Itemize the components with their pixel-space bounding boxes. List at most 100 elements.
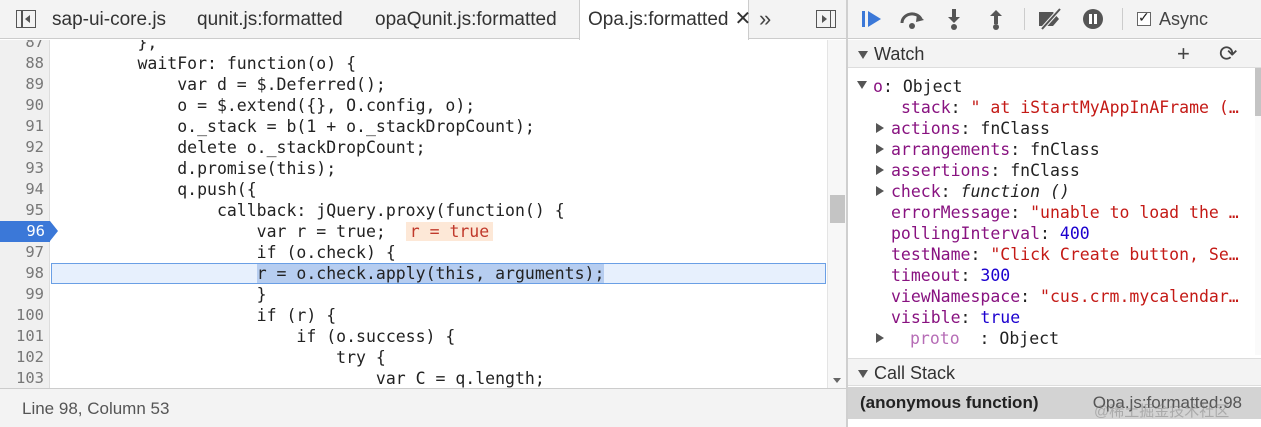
callstack-section-header[interactable]: Call Stack	[848, 358, 1261, 386]
code-line: 94 q.push({	[0, 179, 826, 200]
step-into-icon[interactable]	[940, 6, 968, 32]
toggle-debugger-icon[interactable]	[813, 7, 839, 31]
watch-prop-value: true	[980, 308, 1021, 327]
watch-prop[interactable]: visible: true	[891, 307, 1020, 328]
watch-prop-key: timeout	[891, 266, 961, 285]
callstack-title: Call Stack	[874, 363, 956, 383]
watch-prop[interactable]: errorMessage: "unable to load the …	[891, 202, 1239, 223]
watch-prop-key: proto	[910, 329, 960, 348]
line-number[interactable]: 94	[0, 179, 50, 200]
watch-prop-value: fnClass	[1010, 161, 1080, 180]
more-tabs-icon[interactable]: »	[759, 0, 771, 39]
watch-prop[interactable]: pollingInterval: 400	[891, 223, 1090, 244]
add-watch-icon[interactable]: +	[1177, 40, 1190, 68]
editor-scrollbar[interactable]	[827, 40, 846, 388]
watch-prop-value: fnClass	[980, 119, 1050, 138]
expand-arrow-icon[interactable]	[876, 144, 884, 154]
async-checkbox[interactable]	[1137, 9, 1151, 26]
line-number[interactable]: 99	[0, 284, 50, 305]
line-number[interactable]: 95	[0, 200, 50, 221]
tab-opa[interactable]: Opa.js:formatted ✕	[579, 0, 751, 40]
watch-prop[interactable]: testName: "Click Create button, Se…	[891, 244, 1239, 265]
watch-tree: o: Object stack: " at iStartMyAppInAFram…	[848, 68, 1255, 355]
watch-prop-key: testName	[891, 245, 971, 264]
line-number[interactable]: 98	[0, 263, 50, 284]
watch-prop[interactable]: check: function ()	[891, 181, 1070, 202]
code-text: var C = q.length;	[58, 369, 545, 388]
watch-prop-key: assertions	[891, 161, 991, 180]
line-number[interactable]: 91	[0, 116, 50, 137]
code-line: 91 o._stack = b(1 + o._stackDropCount);	[0, 116, 826, 137]
line-number[interactable]: 102	[0, 347, 50, 368]
code-text: d.promise(this);	[58, 159, 337, 178]
step-over-icon[interactable]	[898, 6, 926, 32]
breakpoint-marker[interactable]: 96	[0, 221, 58, 242]
line-number[interactable]: 97	[0, 242, 50, 263]
code-text: delete o._stackDropCount;	[58, 138, 426, 157]
code-text: callback: jQuery.proxy(function() {	[58, 201, 565, 220]
line-number[interactable]: 90	[0, 95, 50, 116]
watch-prop-key: arrangements	[891, 140, 1011, 159]
tab-opaqunit[interactable]: opaQunit.js:formatted	[375, 0, 557, 39]
code-line: 102 try {	[0, 347, 826, 368]
watch-prop-value: Object	[999, 329, 1060, 348]
editor-tab-bar: sap-ui-core.js qunit.js:formatted opaQun…	[0, 0, 846, 40]
tab-label: Opa.js:formatted	[588, 9, 729, 30]
line-number[interactable]: 89	[0, 74, 50, 95]
line-number[interactable]: 101	[0, 326, 50, 347]
code-line: 93 d.promise(this);	[0, 158, 826, 179]
scrollbar-thumb[interactable]	[1255, 68, 1261, 116]
expand-arrow-icon[interactable]	[876, 186, 884, 196]
code-editor[interactable]: 87 }, 88 waitFor: function(o) { 89 var d…	[0, 40, 826, 388]
watch-root[interactable]: o: Object	[873, 76, 962, 97]
code-line: 88 waitFor: function(o) {	[0, 53, 826, 74]
watch-prop-value: 400	[1059, 224, 1090, 243]
watch-prop-value: 300	[980, 266, 1011, 285]
code-text: q.push({	[58, 180, 257, 199]
tab-label: opaQunit.js:formatted	[375, 9, 557, 30]
line-number[interactable]: 103	[0, 368, 50, 388]
watch-root-type: Object	[902, 77, 963, 96]
watch-prop-key: actions	[891, 119, 961, 138]
tab-qunit[interactable]: qunit.js:formatted	[197, 0, 343, 39]
tab-label: qunit.js:formatted	[197, 9, 343, 30]
watch-prop[interactable]: actions: fnClass	[891, 118, 1050, 139]
line-number[interactable]: 92	[0, 137, 50, 158]
expand-arrow-icon[interactable]	[857, 81, 867, 89]
line-number[interactable]: 87	[0, 40, 50, 53]
watch-prop-key: pollingInterval	[891, 224, 1041, 243]
watch-section-header[interactable]: Watch + ⟳	[848, 40, 1261, 68]
watch-prop-value: "unable to load the …	[1030, 203, 1239, 222]
code-line: 90 o = $.extend({}, O.config, o);	[0, 95, 826, 116]
scrollbar-thumb[interactable]	[830, 195, 845, 223]
toggle-navigator-icon[interactable]	[13, 7, 39, 31]
resume-icon[interactable]	[858, 6, 886, 32]
scroll-down-icon[interactable]	[833, 378, 841, 383]
expand-arrow-icon[interactable]	[876, 333, 884, 343]
watch-prop-value: " at iStartMyAppInAFrame (…	[970, 98, 1239, 117]
watch-prop[interactable]: assertions: fnClass	[891, 160, 1080, 181]
pause-on-exceptions-icon[interactable]	[1079, 6, 1107, 32]
line-number[interactable]: 88	[0, 53, 50, 74]
watch-prop[interactable]: arrangements: fnClass	[891, 139, 1100, 160]
watch-prop[interactable]: timeout: 300	[891, 265, 1010, 286]
expand-arrow-icon[interactable]	[876, 123, 884, 133]
watch-prop[interactable]: stack: " at iStartMyAppInAFrame (…	[901, 97, 1239, 118]
line-number[interactable]: 93	[0, 158, 50, 179]
watch-prop-value: function ()	[960, 182, 1070, 201]
status-bar: Line 98, Column 53	[0, 388, 846, 427]
watch-prop[interactable]: viewNamespace: "cus.crm.mycalendar…	[891, 286, 1239, 307]
watch-prop[interactable]: proto : Object	[910, 328, 1059, 349]
close-icon[interactable]: ✕	[734, 8, 751, 30]
deactivate-breakpoints-icon[interactable]	[1036, 6, 1064, 32]
async-toggle[interactable]: Async	[1137, 8, 1208, 30]
expand-arrow-icon[interactable]	[876, 165, 884, 175]
line-number[interactable]: 100	[0, 305, 50, 326]
watch-scrollbar[interactable]	[1255, 68, 1261, 355]
watch-prop-key: errorMessage	[891, 203, 1011, 222]
tab-sap-ui-core[interactable]: sap-ui-core.js	[52, 0, 166, 39]
watch-prop-key: stack	[901, 98, 951, 117]
refresh-icon[interactable]: ⟳	[1219, 40, 1237, 68]
step-out-icon[interactable]	[982, 6, 1010, 32]
